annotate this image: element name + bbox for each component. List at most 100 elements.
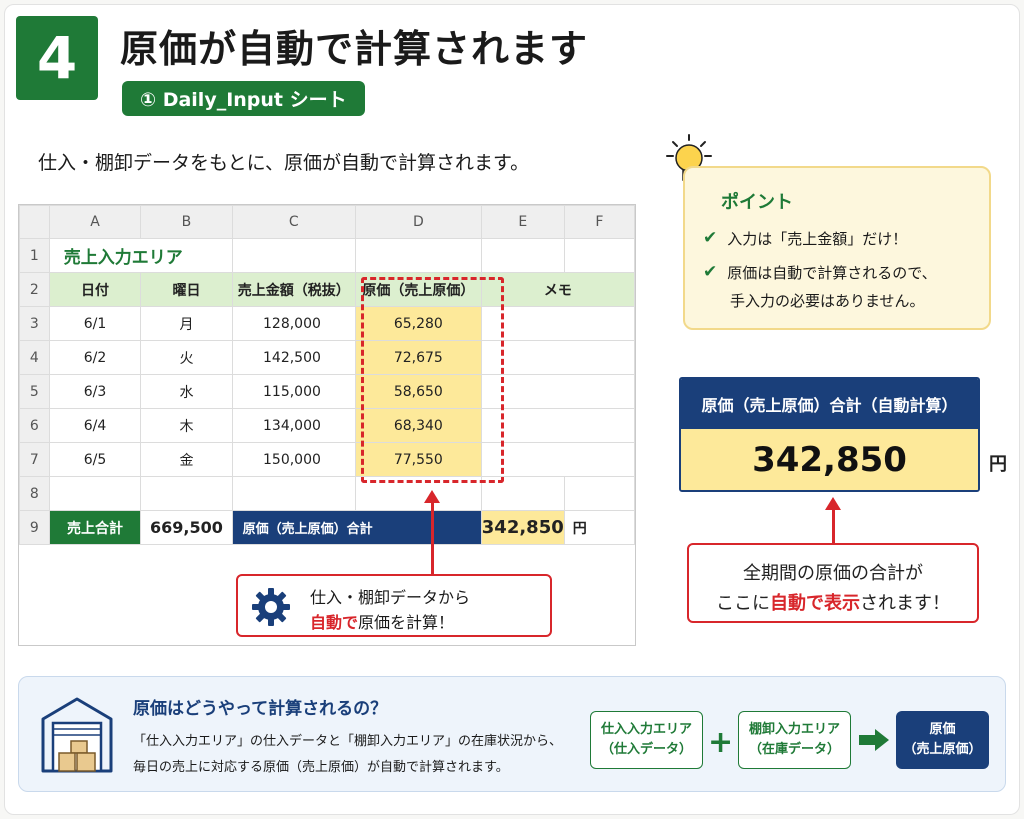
day-cell[interactable]: 木 — [140, 408, 233, 443]
yen-unit: 円 — [563, 510, 636, 545]
row-header[interactable]: 6 — [19, 408, 50, 443]
auto-calc-callout: 仕入・棚卸データから 自動で原価を計算！ — [236, 574, 552, 637]
memo-cell[interactable] — [480, 442, 636, 477]
sales-cell[interactable]: 150,000 — [231, 442, 356, 477]
memo-cell[interactable] — [480, 306, 636, 341]
column-header-b[interactable]: B — [140, 205, 233, 239]
flow-purchase-sub: （仕入データ） — [600, 742, 692, 757]
explanation-line-1: 「仕入入力エリア」の仕入データと「棚卸入力エリア」の在庫状況から、 — [133, 734, 563, 749]
arrow-up-icon — [825, 497, 841, 543]
cost-cell[interactable]: 65,280 — [354, 306, 482, 341]
row-header[interactable]: 9 — [19, 510, 50, 545]
column-header-e[interactable]: E — [480, 205, 565, 239]
cell[interactable] — [140, 476, 233, 511]
sales-area-title[interactable]: 売上入力エリア — [48, 238, 233, 273]
date-cell[interactable]: 6/2 — [48, 340, 142, 375]
checkmark-icon: ✔ — [703, 228, 718, 248]
memo-cell[interactable] — [480, 374, 636, 409]
cell[interactable] — [231, 476, 356, 511]
cell[interactable] — [354, 238, 482, 273]
arrow-up-icon — [424, 490, 440, 574]
cost-cell[interactable]: 72,675 — [354, 340, 482, 375]
day-cell[interactable]: 火 — [140, 340, 233, 375]
date-cell[interactable]: 6/5 — [48, 442, 142, 477]
flow-inventory-area: 棚卸入力エリア （在庫データ） — [738, 711, 851, 769]
row-header[interactable]: 1 — [19, 238, 50, 273]
cost-cell[interactable]: 77,550 — [354, 442, 482, 477]
page-title: 原価が自動で計算されます — [120, 27, 589, 71]
total-callout-pre: ここに — [716, 593, 770, 614]
header-cost[interactable]: 原価（売上原価） — [354, 272, 482, 307]
sales-cell[interactable]: 134,000 — [231, 408, 356, 443]
cost-cell[interactable]: 68,340 — [354, 408, 482, 443]
sales-cell[interactable]: 128,000 — [231, 306, 356, 341]
callout-line-1: 仕入・棚卸データから — [310, 588, 471, 607]
column-header-d[interactable]: D — [354, 205, 482, 239]
day-cell[interactable]: 水 — [140, 374, 233, 409]
column-header-f[interactable]: F — [563, 205, 636, 239]
point-item-2-cont: 手入力の必要はありません。 — [730, 292, 925, 310]
total-callout: 全期間の原価の合計が ここに自動で表示されます！ — [687, 543, 979, 623]
flow-purchase-area: 仕入入力エリア （仕入データ） — [590, 711, 703, 769]
day-cell[interactable]: 月 — [140, 306, 233, 341]
sheet-name-badge: ① Daily_Input シート — [122, 81, 365, 116]
header-sales[interactable]: 売上金額（税抜） — [231, 272, 356, 307]
memo-cell[interactable] — [480, 340, 636, 375]
date-cell[interactable]: 6/4 — [48, 408, 142, 443]
row-header[interactable]: 5 — [19, 374, 50, 409]
cell[interactable] — [563, 238, 636, 273]
total-callout-highlight: 自動で表示 — [770, 593, 860, 614]
plus-icon: + — [708, 725, 734, 760]
sales-total-label[interactable]: 売上合計 — [48, 510, 142, 545]
row-header[interactable]: 2 — [19, 272, 50, 307]
select-all-corner[interactable] — [19, 205, 50, 239]
cost-total-label[interactable]: 原価（売上原価）合計 — [231, 510, 482, 545]
cell[interactable] — [354, 476, 482, 511]
explanation-line-2: 毎日の売上に対応する原価（売上原価）が自動で計算されます。 — [133, 760, 509, 775]
sales-cell[interactable]: 142,500 — [231, 340, 356, 375]
flow-purchase-label: 仕入入力エリア — [600, 722, 692, 737]
flow-inventory-label: 棚卸入力エリア — [748, 722, 840, 737]
point-box: ポイント ✔ 入力は「売上金額」だけ！ ✔ 原価は自動で計算されるので、 手入力… — [683, 166, 991, 330]
sales-cell[interactable]: 115,000 — [231, 374, 356, 409]
warehouse-icon — [41, 697, 113, 773]
row-header[interactable]: 3 — [19, 306, 50, 341]
sales-total-value[interactable]: 669,500 — [140, 510, 233, 545]
cost-cell[interactable]: 58,650 — [354, 374, 482, 409]
row-header[interactable]: 8 — [19, 476, 50, 511]
gear-icon — [252, 588, 290, 626]
day-cell[interactable]: 金 — [140, 442, 233, 477]
flow-inventory-sub: （在庫データ） — [748, 742, 840, 757]
cell[interactable] — [480, 238, 565, 273]
cell[interactable] — [231, 238, 356, 273]
header-day[interactable]: 曜日 — [140, 272, 233, 307]
cell[interactable] — [48, 476, 142, 511]
header-date[interactable]: 日付 — [48, 272, 142, 307]
cost-total-value[interactable]: 342,850 — [480, 510, 565, 545]
flow-cost-label: 原価 — [929, 722, 956, 737]
cell[interactable] — [563, 476, 636, 511]
explanation-title: 原価はどうやって計算されるの？ — [133, 699, 388, 719]
point-title: ポイント — [721, 192, 793, 213]
cell[interactable] — [480, 476, 565, 511]
total-callout-post: されます！ — [860, 593, 950, 614]
cost-total-card-value: 342,850 — [681, 429, 978, 490]
step-number-badge: 4 — [16, 16, 98, 100]
row-header[interactable]: 4 — [19, 340, 50, 375]
point-item-1-text: 入力は「売上金額」だけ！ — [727, 230, 908, 248]
cost-total-card-label: 原価（売上原価）合計（自動計算） — [681, 379, 978, 429]
yen-unit-large: 円 — [989, 454, 1007, 475]
date-cell[interactable]: 6/3 — [48, 374, 142, 409]
row-header[interactable]: 7 — [19, 442, 50, 477]
point-item-2: ✔ 原価は自動で計算されるので、 — [703, 262, 937, 283]
point-item-1: ✔ 入力は「売上金額」だけ！ — [703, 228, 907, 249]
explanation-panel: 原価はどうやって計算されるの？ 「仕入入力エリア」の仕入データと「棚卸入力エリア… — [18, 676, 1006, 792]
cost-total-card: 原価（売上原価）合計（自動計算） 342,850 — [679, 377, 980, 492]
column-header-c[interactable]: C — [231, 205, 356, 239]
memo-cell[interactable] — [480, 408, 636, 443]
flow-cost-result: 原価 （売上原価） — [896, 711, 989, 769]
total-callout-line-1: 全期間の原価の合計が — [743, 563, 923, 584]
column-header-a[interactable]: A — [48, 205, 142, 239]
date-cell[interactable]: 6/1 — [48, 306, 142, 341]
header-memo[interactable]: メモ — [480, 272, 636, 307]
